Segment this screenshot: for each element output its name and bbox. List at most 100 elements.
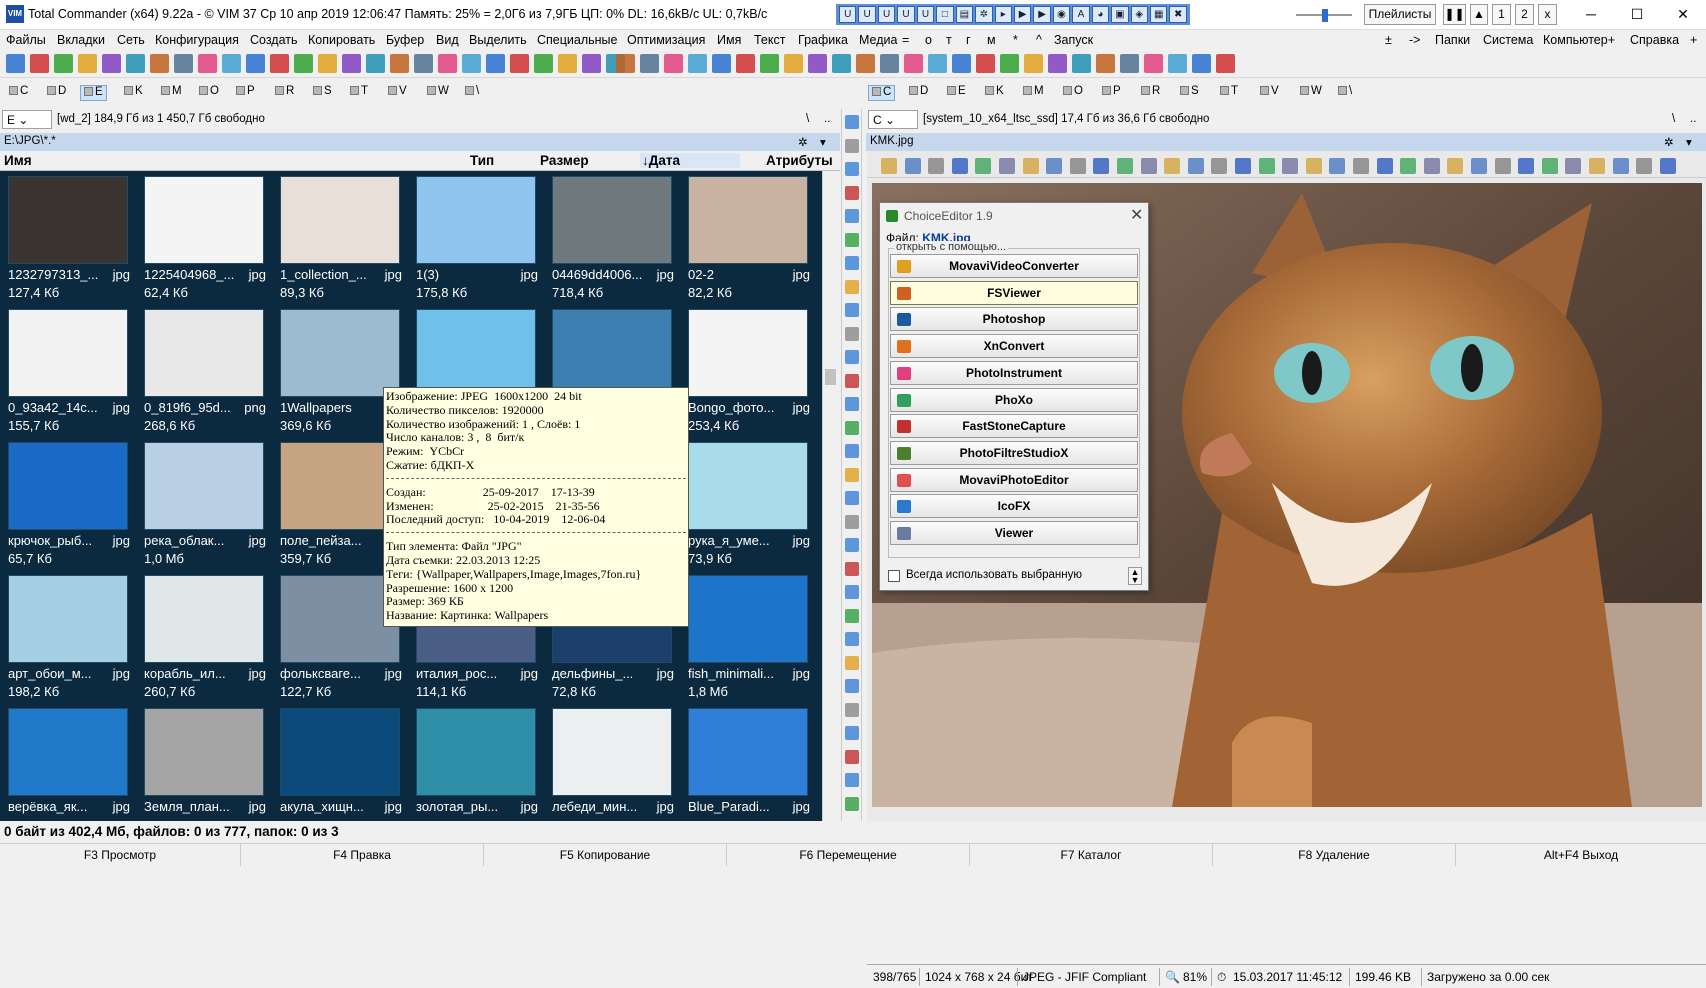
viewer-tool-icon[interactable] <box>1046 158 1063 174</box>
toolbar-button-icon[interactable] <box>1144 54 1163 73</box>
drive-button[interactable]: \ <box>462 85 482 101</box>
toolbar-button-icon[interactable] <box>54 54 73 73</box>
viewer-tool-icon[interactable] <box>1423 158 1440 174</box>
toolbar-button-icon[interactable] <box>1048 54 1067 73</box>
file-item[interactable]: арт_обои_м... jpg 198,2 Кб <box>0 570 130 699</box>
root-icon[interactable]: \ <box>1672 113 1675 125</box>
f5-copy-button[interactable]: F5 Копирование <box>484 844 727 866</box>
menu-o[interactable]: о <box>925 33 932 47</box>
launch-icon[interactable]: U <box>916 6 935 23</box>
app-button[interactable]: FSViewer <box>890 280 1138 305</box>
side-toolbar-icon[interactable] <box>845 279 859 294</box>
side-toolbar-icon[interactable] <box>845 585 859 599</box>
file-item[interactable]: 1232797313_... jpg 127,4 Кб <box>0 171 130 300</box>
menu-m[interactable]: м <box>987 33 996 47</box>
menu-buffer[interactable]: Буфер <box>386 33 424 47</box>
side-toolbar-icon[interactable] <box>845 444 859 458</box>
viewer-tool-icon[interactable] <box>1541 158 1558 174</box>
toolbar-button-icon[interactable] <box>78 54 97 73</box>
toolbar-button-icon[interactable] <box>6 54 25 73</box>
side-toolbar-icon[interactable] <box>845 538 859 552</box>
viewer-tool-icon[interactable] <box>1353 158 1369 174</box>
launch-icon[interactable]: U <box>897 6 915 23</box>
toolbar-button-icon[interactable] <box>736 54 755 73</box>
side-toolbar-icon[interactable] <box>845 491 859 505</box>
toolbar-button-icon[interactable] <box>390 54 409 73</box>
file-item[interactable]: 1_collection_... jpg 89,3 Кб <box>272 171 402 300</box>
file-item[interactable]: фольксваге... jpg 122,7 Кб <box>272 570 402 699</box>
toolbar-button-icon[interactable] <box>414 54 433 73</box>
drive-button[interactable]: W <box>1297 85 1325 101</box>
side-toolbar-icon[interactable] <box>845 373 859 388</box>
menu-media[interactable]: Медиа <box>859 33 897 47</box>
drive-button[interactable]: S <box>1177 85 1202 101</box>
viewer-tool-icon[interactable] <box>1400 158 1417 174</box>
star-icon[interactable]: ✲ <box>798 135 808 149</box>
maximize-icon[interactable]: ☐ <box>1622 6 1652 23</box>
launch-icon[interactable]: □ <box>936 6 954 23</box>
drive-button[interactable]: E <box>80 85 107 101</box>
side-toolbar-icon[interactable] <box>845 655 859 670</box>
toolbar-button-icon[interactable] <box>198 54 217 73</box>
drive-button[interactable]: R <box>1138 85 1163 101</box>
menu-tabs[interactable]: Вкладки <box>57 33 105 47</box>
viewer-tool-icon[interactable] <box>1471 158 1487 174</box>
launch-icon[interactable]: ▶ <box>1033 6 1051 23</box>
viewer-tool-icon[interactable] <box>1164 158 1181 174</box>
toolbar-button-icon[interactable] <box>976 54 995 73</box>
toolbar-button-icon[interactable] <box>928 54 947 73</box>
viewer-tool-icon[interactable] <box>1117 158 1133 174</box>
side-toolbar-icon[interactable] <box>845 115 859 129</box>
menu-view[interactable]: Вид <box>436 33 459 47</box>
launch-icon[interactable]: U <box>877 6 896 23</box>
launch-icon[interactable]: ▸ <box>994 6 1012 23</box>
spin-icon[interactable]: ▲ ▼ <box>1128 567 1142 585</box>
drive-button[interactable]: K <box>982 85 1007 101</box>
viewer-tool-icon[interactable] <box>1187 158 1204 174</box>
side-toolbar-icon[interactable] <box>845 561 859 576</box>
up-button[interactable]: ▲ <box>1470 4 1488 25</box>
right-drive-select[interactable]: C ⌄ <box>868 110 918 129</box>
side-toolbar-icon[interactable] <box>845 608 859 623</box>
menu-computer[interactable]: Компьютер+ <box>1543 33 1615 47</box>
drive-button[interactable]: W <box>424 85 452 101</box>
toolbar-button-icon[interactable] <box>616 54 635 73</box>
toolbar-button-icon[interactable] <box>102 54 121 73</box>
playlists-button[interactable]: Плейлисты <box>1364 4 1436 25</box>
toolbar-button-icon[interactable] <box>294 54 313 73</box>
toolbar-button-icon[interactable] <box>1168 54 1187 73</box>
dropdown-icon[interactable]: ▾ <box>820 135 826 149</box>
drive-button[interactable]: M <box>1020 85 1047 101</box>
drive-button[interactable]: C <box>6 85 31 101</box>
launch-icon[interactable]: ◉ <box>1052 6 1071 23</box>
toolbar-button-icon[interactable] <box>688 54 707 73</box>
file-item[interactable]: 0_819f6_95d... png 268,6 Кб <box>136 304 266 433</box>
launch-icon[interactable]: ✖ <box>1169 6 1187 23</box>
toolbar-button-icon[interactable] <box>1192 54 1211 73</box>
toolbar-button-icon[interactable] <box>534 54 553 73</box>
viewer-tool-icon[interactable] <box>904 158 921 174</box>
drive-button[interactable]: P <box>233 85 258 101</box>
viewer-tool-icon[interactable] <box>1305 158 1322 174</box>
file-item[interactable]: 02-2 jpg 82,2 Кб <box>680 171 810 300</box>
f7-mkdir-button[interactable]: F7 Каталог <box>970 844 1213 866</box>
viewer-tool-icon[interactable] <box>1069 158 1086 174</box>
up-dir-icon[interactable]: .. <box>1690 113 1696 125</box>
toolbar-button-icon[interactable] <box>784 54 803 73</box>
menu-caret[interactable]: ^ <box>1036 33 1042 47</box>
toolbar-button-icon[interactable] <box>126 54 145 73</box>
close-icon[interactable]: ✕ <box>1130 205 1143 225</box>
file-item[interactable]: акула_хищн... jpg <box>272 703 402 821</box>
app-button[interactable]: Photoshop <box>890 307 1138 332</box>
toolbar-button-icon[interactable] <box>808 54 827 73</box>
close-icon[interactable]: ✕ <box>1668 6 1698 23</box>
viewer-tool-icon[interactable] <box>951 158 968 174</box>
side-toolbar-icon[interactable] <box>845 702 859 717</box>
left-scrollbar[interactable] <box>822 171 838 821</box>
drive-button[interactable]: S <box>310 85 335 101</box>
toolbar-button-icon[interactable] <box>462 54 481 73</box>
file-item[interactable]: 1Wallpapers 369,6 Кб <box>272 304 400 433</box>
toolbar-button-icon[interactable] <box>174 54 193 73</box>
side-toolbar-icon[interactable] <box>845 138 859 153</box>
viewer-tool-icon[interactable] <box>1282 158 1299 174</box>
